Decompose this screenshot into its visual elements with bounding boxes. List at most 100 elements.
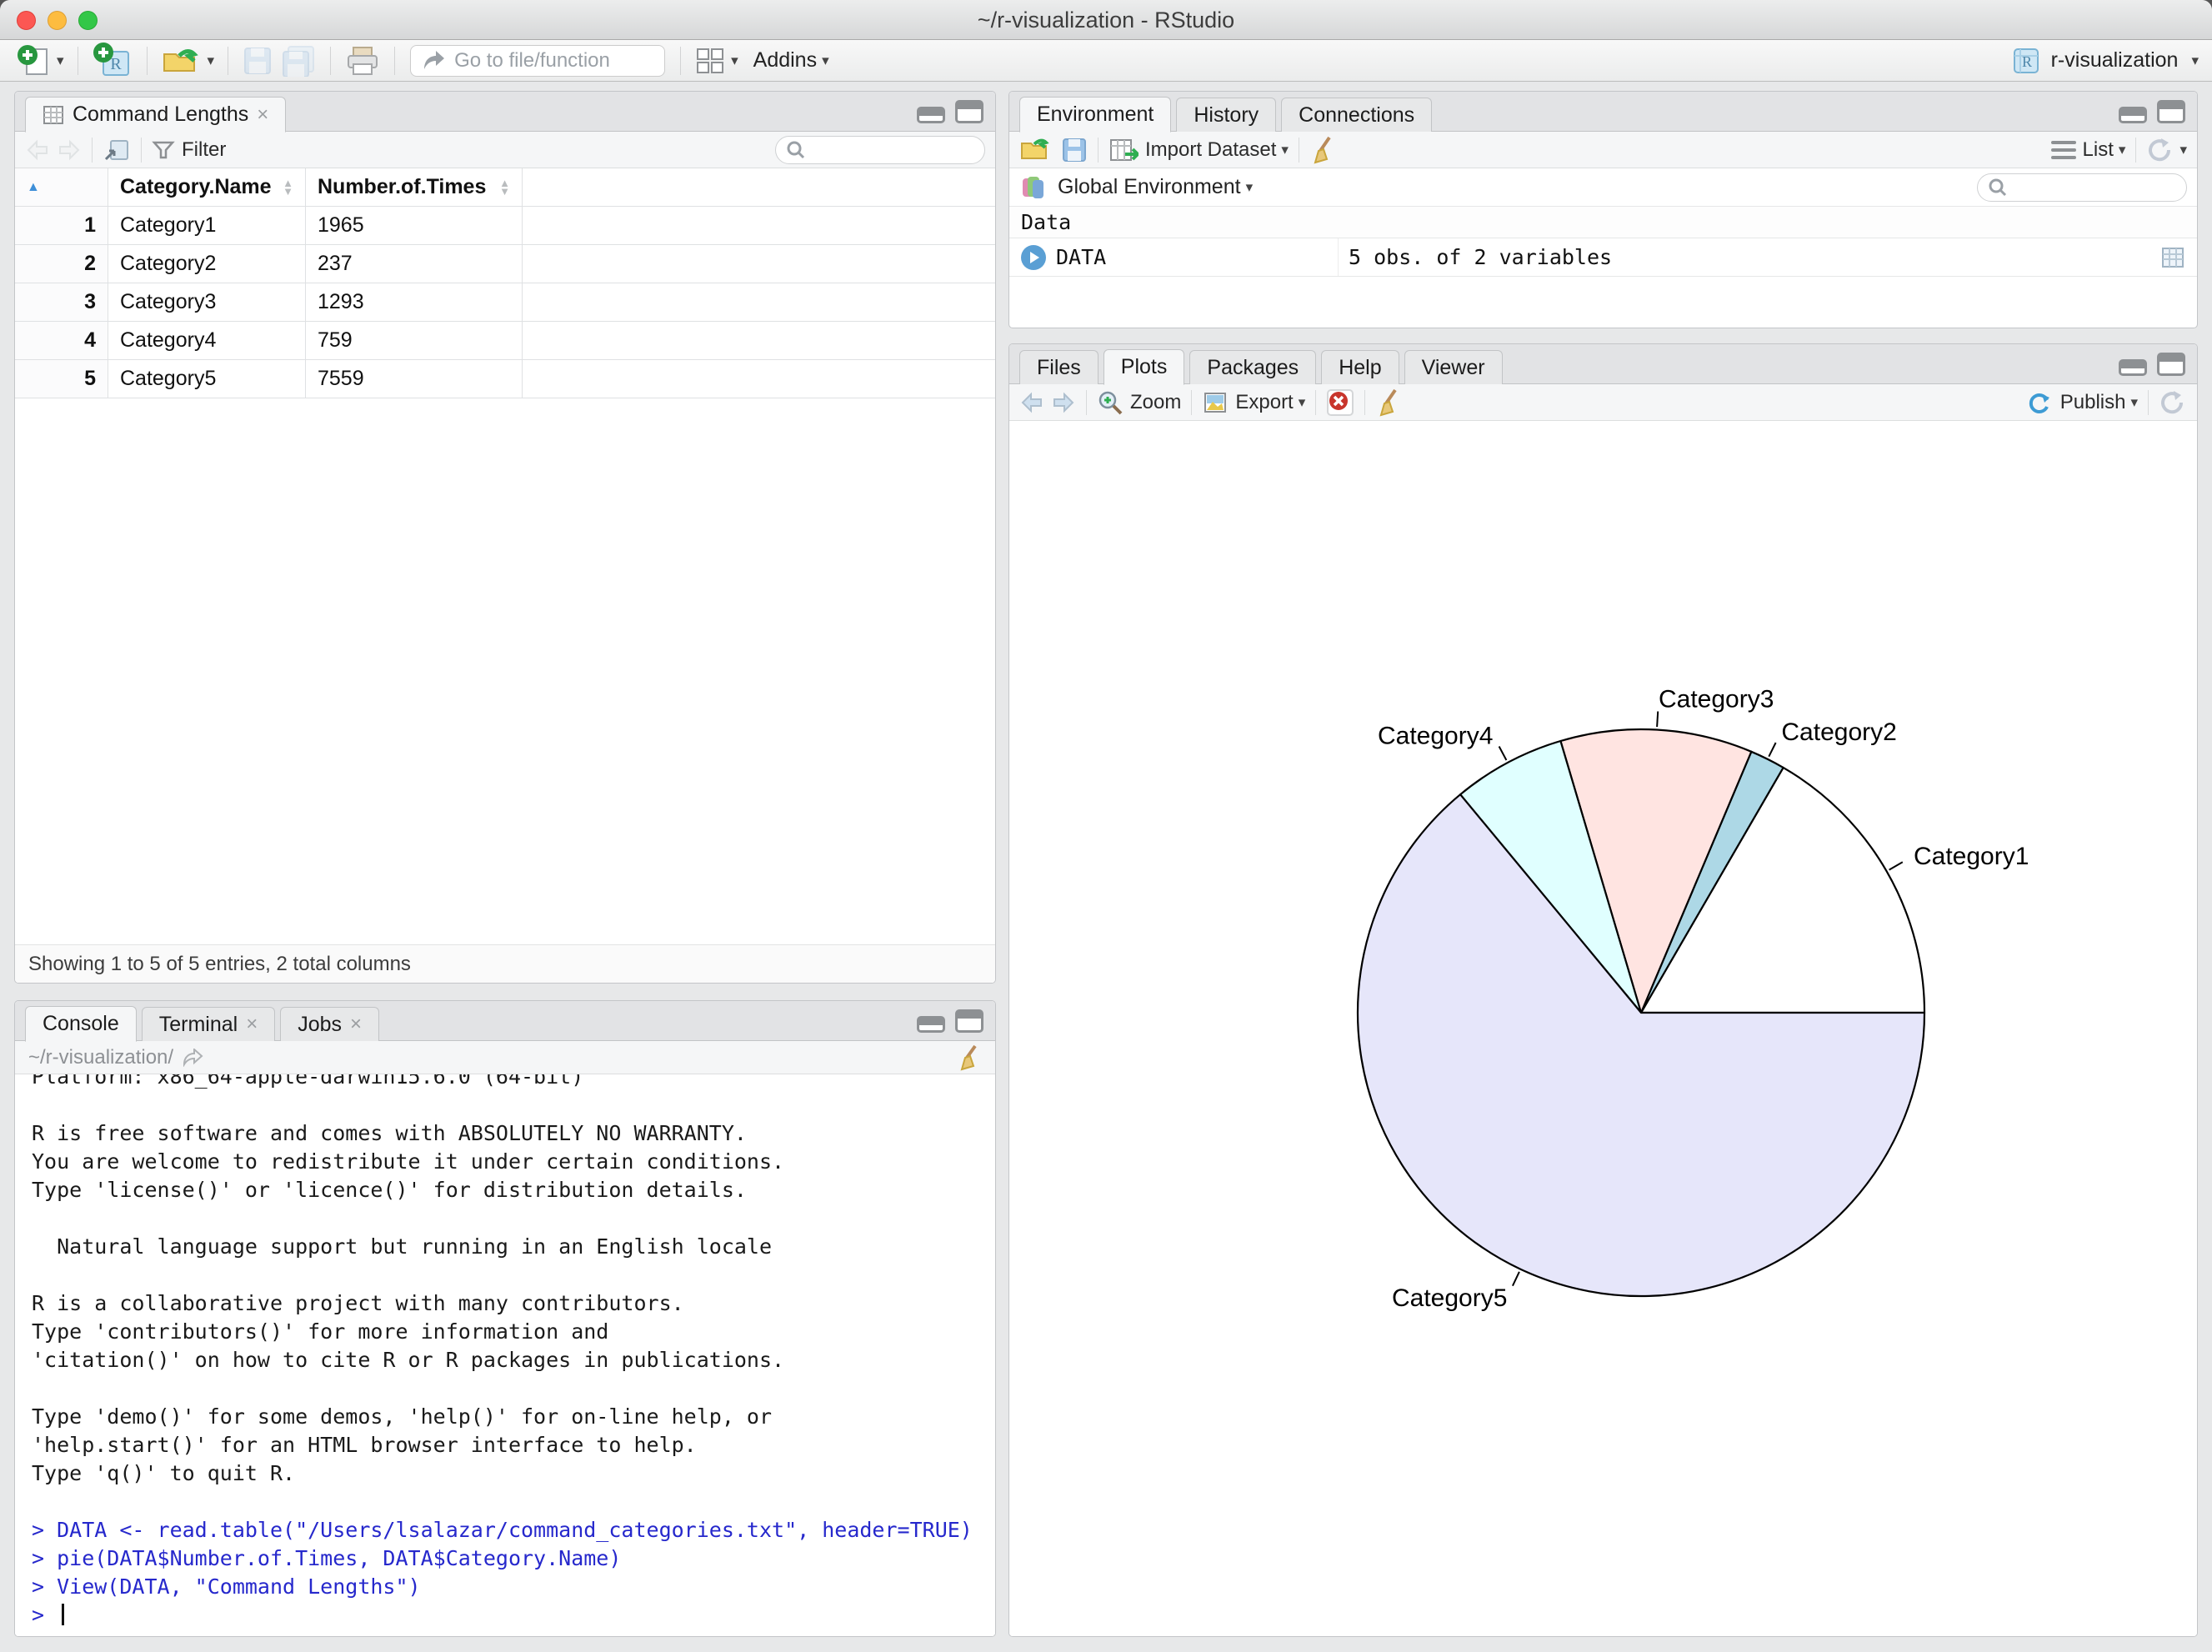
open-file-button[interactable]: ▾ [161,44,214,78]
clear-console-icon[interactable] [957,1044,982,1071]
workspace-panes-button[interactable]: ▾ [694,46,738,76]
plot-canvas: Category1 Category2 Category3 Category4 Cate… [1009,422,2197,1636]
minimize-pane-icon[interactable] [917,1016,945,1033]
viewer-search-box[interactable] [775,135,985,164]
object-description: 5 obs. of 2 variables [1349,245,1613,269]
addins-button[interactable]: Addins ▾ [753,48,829,73]
save-icon [244,47,272,74]
next-plot-icon[interactable] [1051,392,1076,413]
clear-environment-icon[interactable] [1309,136,1334,164]
toolbar-separator [1191,389,1193,415]
goto-directory-icon[interactable] [182,1048,203,1067]
export-plot-button[interactable]: Export ▾ [1202,390,1305,415]
new-project-button[interactable]: R [92,42,133,80]
toolbar-separator [394,46,396,75]
console-line: R is a collaborative project with many c… [32,1291,684,1315]
refresh-environment-icon[interactable] [2146,137,2174,163]
minimize-pane-icon[interactable] [2119,359,2147,376]
viewer-status-bar: Showing 1 to 5 of 5 entries, 2 total col… [15,944,995,983]
tab-command-lengths[interactable]: Command Lengths × [25,97,287,133]
tab-packages[interactable]: Packages [1189,350,1317,384]
tab-terminal[interactable]: Terminal × [141,1007,276,1041]
import-dataset-button[interactable]: Import Dataset ▾ [1109,138,1289,163]
tab-history[interactable]: History [1176,98,1277,132]
new-file-button[interactable]: ▾ [17,44,64,78]
tab-jobs[interactable]: Jobs × [280,1007,380,1041]
environment-search-box[interactable] [1977,173,2187,202]
tab-plots[interactable]: Plots [1103,349,1185,385]
tab-label: Connections [1299,103,1415,127]
table-row[interactable]: 4 Category4 759 [15,322,995,360]
row-filler [523,207,995,244]
scope-caret-icon: ▾ [1245,178,1254,195]
console-prompt-line[interactable]: > [32,1601,995,1629]
refresh-plot-icon[interactable] [2159,389,2187,416]
category-name-cell: Category1 [108,207,306,244]
table-row[interactable]: 1 Category1 1965 [15,207,995,245]
tab-label: Files [1037,355,1081,379]
print-button[interactable] [344,44,381,78]
environment-search-input[interactable] [2014,176,2164,198]
tab-connections[interactable]: Connections [1281,98,1433,132]
minimize-pane-icon[interactable] [917,107,945,123]
open-new-window-icon[interactable] [103,138,131,163]
pie-label: Category1 [1914,843,2029,870]
console-body[interactable]: Platform: x86_64-apple-darwin15.6.0 (64-… [15,1074,995,1636]
maximize-pane-icon[interactable] [2157,100,2185,123]
close-tab-icon[interactable]: × [257,104,268,125]
maximize-pane-icon[interactable] [955,100,983,123]
environment-object-row[interactable]: DATA 5 obs. of 2 variables [1009,238,2197,277]
panes-grid-icon [697,48,724,73]
search-icon [787,141,805,158]
filter-funnel-icon[interactable] [152,139,175,161]
filter-label[interactable]: Filter [182,138,226,162]
project-menu-button[interactable]: R r-visualization ▾ [2009,44,2199,78]
close-tab-icon[interactable]: × [350,1014,362,1034]
tab-label: History [1194,103,1259,127]
remove-plot-icon[interactable] [1326,388,1354,417]
minimize-pane-icon[interactable] [2119,107,2147,123]
goto-file-input[interactable] [454,48,647,73]
row-number-header[interactable]: ▲ [15,168,108,206]
forward-icon[interactable] [57,139,82,161]
sort-arrows-icon[interactable]: ▲ ▼ [499,178,510,197]
pie-label-tick [1498,746,1508,761]
tab-label: Console [43,1012,119,1035]
column-header-category-name[interactable]: Category.Name ▲ ▼ [108,168,306,206]
pie-chart: Category1 Category2 Category3 Category4 Cate… [1356,686,2029,1312]
close-tab-icon[interactable]: × [246,1014,258,1034]
maximize-pane-icon[interactable] [955,1009,983,1033]
tab-console[interactable]: Console [25,1006,137,1042]
zoom-plot-button[interactable]: Zoom [1097,389,1181,416]
back-icon[interactable] [25,139,50,161]
tab-environment[interactable]: Environment [1019,97,1172,133]
goto-file-box[interactable] [410,44,666,77]
previous-plot-icon[interactable] [1019,392,1044,413]
times-cell: 1293 [306,283,523,321]
tab-help[interactable]: Help [1321,350,1399,384]
save-all-button[interactable] [280,45,317,77]
table-row[interactable]: 2 Category2 237 [15,245,995,283]
expand-object-icon[interactable] [1021,244,1046,270]
save-workspace-icon[interactable] [1061,137,1088,163]
table-row[interactable]: 3 Category3 1293 [15,283,995,322]
working-directory-label: ~/r-visualization/ [28,1045,174,1069]
save-button[interactable] [242,45,273,77]
search-icon [1989,178,2007,196]
clear-all-plots-icon[interactable] [1375,388,1400,417]
addins-caret-icon: ▾ [822,52,829,68]
viewer-search-input[interactable] [813,138,963,161]
maximize-pane-icon[interactable] [2157,353,2185,376]
tab-files[interactable]: Files [1019,350,1098,384]
list-view-button[interactable]: List ▾ [2050,137,2125,163]
sort-arrows-icon[interactable]: ▲ ▼ [283,178,293,197]
load-workspace-icon[interactable] [1019,137,1053,163]
table-row[interactable]: 5 Category5 7559 [15,360,995,398]
view-data-icon[interactable] [2160,246,2185,269]
scope-selector[interactable]: Global Environment ▾ [1058,175,1253,199]
tab-viewer[interactable]: Viewer [1404,350,1503,384]
publish-plot-button[interactable]: Publish ▾ [2025,389,2138,416]
column-header-number-of-times[interactable]: Number.of.Times ▲ ▼ [306,168,523,206]
